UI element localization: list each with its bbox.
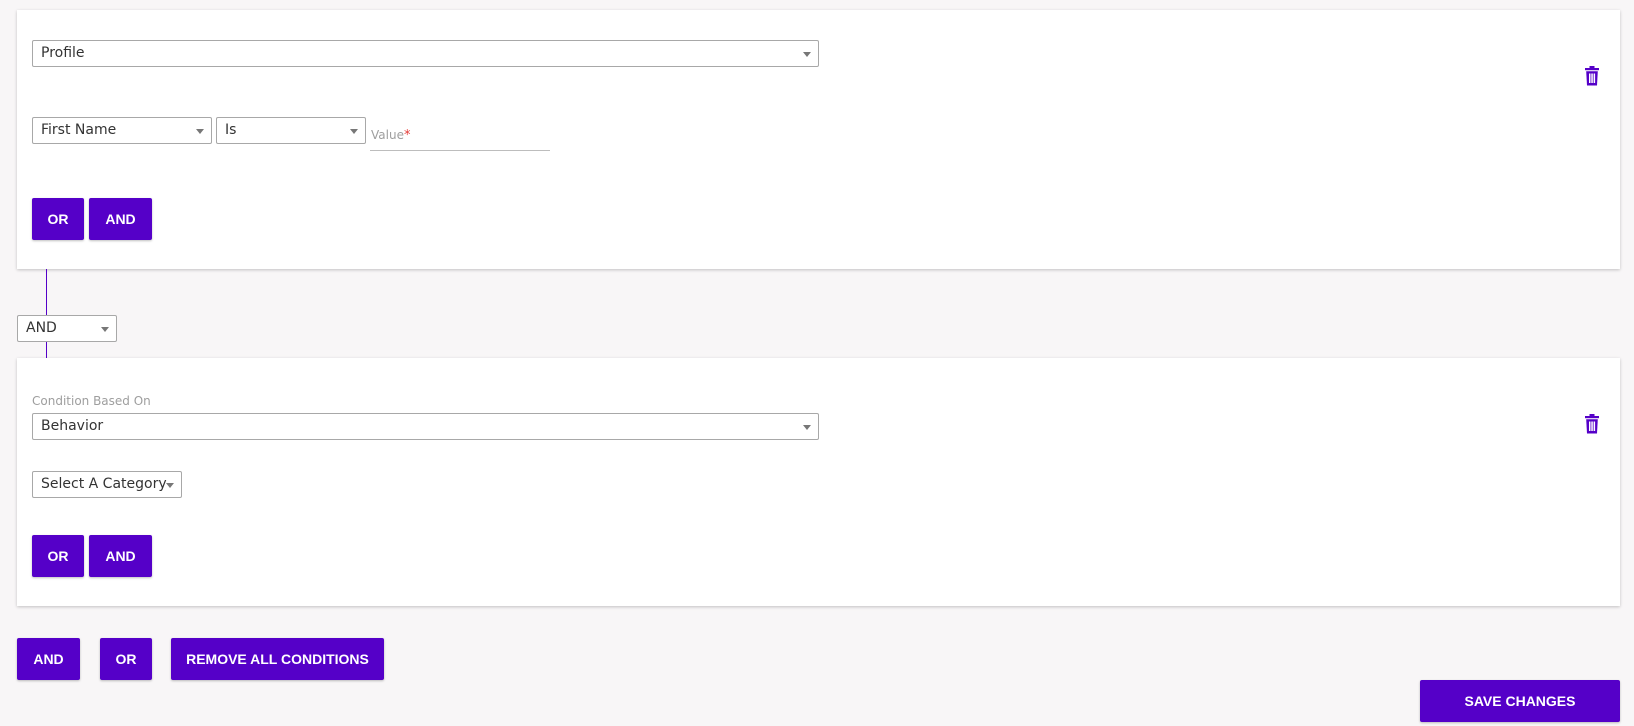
remove-all-conditions-button[interactable]: REMOVE ALL CONDITIONS bbox=[171, 638, 384, 680]
condition-based-on-select[interactable]: Profile bbox=[32, 40, 819, 67]
or-button[interactable]: OR bbox=[32, 535, 84, 577]
save-changes-button[interactable]: SAVE CHANGES bbox=[1420, 680, 1620, 722]
trash-icon[interactable] bbox=[1583, 414, 1601, 434]
trash-icon[interactable] bbox=[1583, 66, 1601, 86]
connector-line bbox=[46, 342, 47, 358]
condition-based-on-value: Profile bbox=[41, 45, 85, 61]
field-select-value: First Name bbox=[41, 122, 117, 138]
operator-select[interactable]: Is bbox=[216, 117, 366, 144]
connector-line bbox=[46, 269, 47, 316]
add-or-group-button[interactable]: OR bbox=[100, 638, 152, 680]
value-input[interactable]: Value* bbox=[370, 117, 550, 151]
category-select-value: Select A Category bbox=[41, 476, 167, 492]
chevron-down-icon bbox=[196, 129, 204, 134]
add-and-group-button[interactable]: AND bbox=[17, 638, 80, 680]
and-button[interactable]: AND bbox=[89, 198, 152, 240]
chevron-down-icon bbox=[166, 483, 174, 488]
field-select[interactable]: First Name bbox=[32, 117, 212, 144]
connector-select-value: AND bbox=[26, 320, 57, 336]
and-button[interactable]: AND bbox=[89, 535, 152, 577]
chevron-down-icon bbox=[101, 327, 109, 332]
chevron-down-icon bbox=[803, 52, 811, 57]
or-button[interactable]: OR bbox=[32, 198, 84, 240]
condition-based-on-select[interactable]: Behavior bbox=[32, 413, 819, 440]
connector-select[interactable]: AND bbox=[17, 315, 117, 342]
condition-based-on-label: Condition Based On bbox=[32, 394, 151, 408]
category-select[interactable]: Select A Category bbox=[32, 471, 182, 498]
operator-select-value: Is bbox=[225, 122, 237, 138]
condition-card-2: Condition Based On Behavior Select A Cat… bbox=[17, 358, 1620, 606]
chevron-down-icon bbox=[350, 129, 358, 134]
chevron-down-icon bbox=[803, 425, 811, 430]
condition-card-1: Profile First Name Is Value* OR AND bbox=[17, 10, 1620, 269]
condition-based-on-value: Behavior bbox=[41, 418, 104, 434]
value-input-label: Value* bbox=[371, 128, 411, 143]
